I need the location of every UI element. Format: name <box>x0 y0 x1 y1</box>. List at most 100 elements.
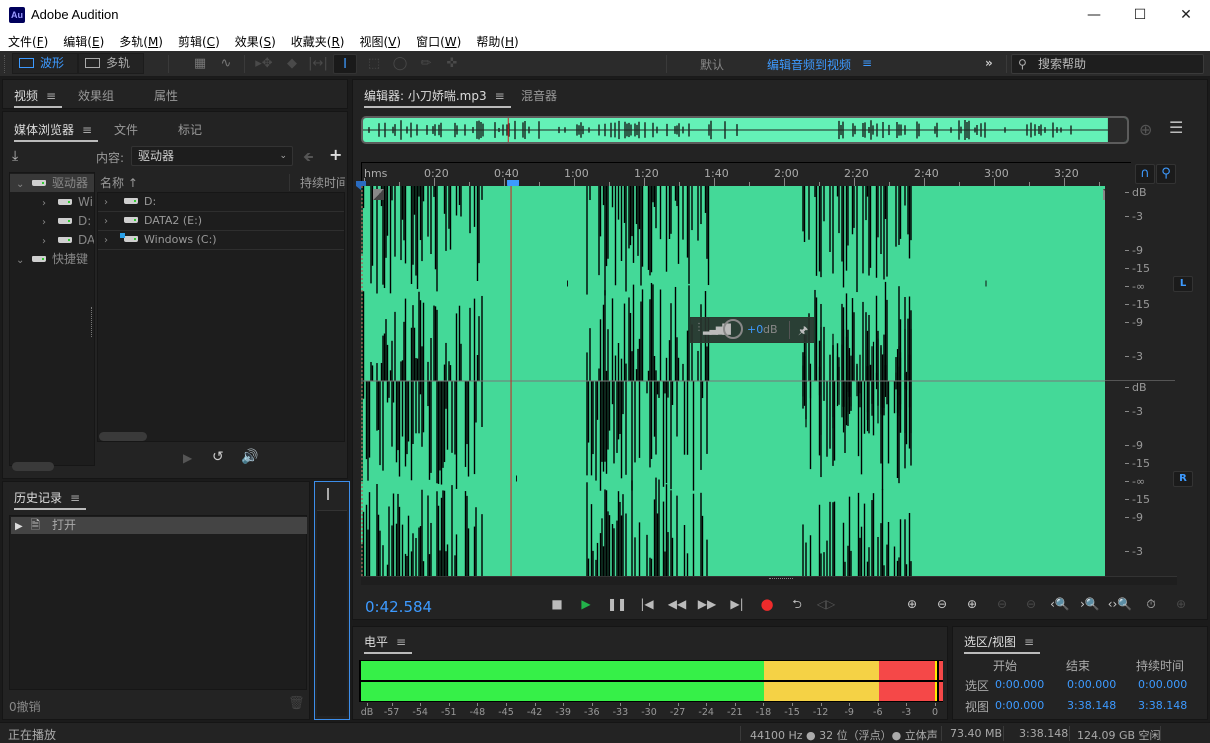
menu-w[interactable]: 窗口(W) <box>408 31 461 51</box>
play-button[interactable]: ▶ <box>575 594 597 614</box>
gain-hud[interactable]: ⋮ ▂▃▅▇ +0 dB 🖈 <box>690 317 814 343</box>
zoom-in-time-button[interactable]: ⊕ <box>959 594 985 614</box>
fast-forward-button[interactable]: ▶▶ <box>696 594 718 614</box>
content-dropdown[interactable]: 驱动器 ⌄ <box>131 146 293 166</box>
skip-selection-button[interactable]: ◁▷ <box>815 594 837 614</box>
lasso-tool-button[interactable]: ◯ <box>388 54 412 74</box>
waveform-mode-button[interactable]: 波形 <box>12 53 78 74</box>
zoom-reset-button[interactable]: ⏱ <box>1138 594 1164 614</box>
selection-duration[interactable]: 0:00.000 <box>1138 678 1187 691</box>
menu-c[interactable]: 剪辑(C) <box>170 31 220 51</box>
history-item[interactable]: ▶ 🗎 打开 <box>11 517 307 534</box>
more-workspaces-button[interactable]: » <box>985 56 993 70</box>
panel-menu-icon[interactable]: ≡ <box>82 123 92 137</box>
tab-levels[interactable]: 电平 ≡ <box>364 633 413 654</box>
panel-menu-icon[interactable]: ≡ <box>70 491 80 505</box>
zoom-to-in-point-button[interactable]: ‹🔍 <box>1047 594 1073 614</box>
tree-item[interactable]: ⌄ 驱动器 <box>10 174 94 192</box>
zoom-navigator-button[interactable]: ⊕ <box>1139 120 1152 139</box>
razor-tool-button[interactable]: ◆ <box>280 54 304 74</box>
slip-tool-button[interactable]: |↔| <box>306 54 330 74</box>
horizontal-scrollbar[interactable] <box>99 432 147 441</box>
chevron-down-icon[interactable]: ⌄ <box>16 176 26 192</box>
chevron-right-icon[interactable]: › <box>42 233 52 249</box>
view-duration[interactable]: 3:38.148 <box>1138 699 1187 712</box>
tab-media-browser[interactable]: 媒体浏览器 ≡ <box>14 121 99 142</box>
hud-pin-icon[interactable]: 🖈 <box>798 322 808 341</box>
chevron-right-icon[interactable]: › <box>104 194 114 212</box>
horizontal-scroll-region[interactable] <box>361 576 1177 585</box>
column-header-duration[interactable]: 持续时间 <box>289 174 345 191</box>
list-item[interactable]: › DATA2 (E:) <box>98 212 344 231</box>
spectral-pitch-display-button[interactable]: ∿ <box>214 54 238 74</box>
pause-button[interactable]: ❚❚ <box>606 594 628 614</box>
zoom-out-time-button[interactable]: ⊖ <box>989 594 1015 614</box>
chevron-right-icon[interactable]: › <box>42 195 52 211</box>
tree-item[interactable]: › Windows (C:) <box>10 193 94 211</box>
current-time-display[interactable]: 0:42.584 <box>365 598 432 616</box>
selection-end[interactable]: 0:00.000 <box>1067 678 1116 691</box>
minimize-button[interactable]: — <box>1071 0 1117 31</box>
view-start[interactable]: 0:00.000 <box>995 699 1044 712</box>
spot-healing-tool-button[interactable]: ✜ <box>440 54 464 74</box>
maximize-button[interactable]: ☐ <box>1117 0 1163 31</box>
tab-history[interactable]: 历史记录 ≡ <box>14 489 87 510</box>
rewind-button[interactable]: ◀◀ <box>666 594 688 614</box>
multitrack-mode-button[interactable]: 多轨 <box>78 53 144 74</box>
menu-f[interactable]: 文件(F) <box>0 31 48 51</box>
toolbar-grip[interactable] <box>4 55 7 73</box>
marquee-tool-button[interactable]: ⬚ <box>362 54 386 74</box>
menu-e[interactable]: 编辑(E) <box>55 31 104 51</box>
zoom-to-out-point-button[interactable]: ›🔍 <box>1077 594 1103 614</box>
help-search-input[interactable]: ⚲ 搜索帮助 <box>1011 54 1204 74</box>
menu-m[interactable]: 多轨(M) <box>111 31 163 51</box>
zoom-selection-button[interactable]: ‹›🔍 <box>1107 594 1133 614</box>
splitter-handle[interactable] <box>91 307 97 337</box>
menu-r[interactable]: 收藏夹(R) <box>283 31 345 51</box>
channel-l-button[interactable]: L <box>1173 276 1193 292</box>
panel-menu-icon[interactable]: ≡ <box>495 89 505 103</box>
tab-effects-rack[interactable]: 效果组 <box>78 87 114 104</box>
go-to-start-button[interactable]: |◀ <box>636 594 658 614</box>
zoom-out-amplitude-button[interactable]: ⊖ <box>929 594 955 614</box>
menu-s[interactable]: 效果(S) <box>227 31 276 51</box>
panel-menu-icon[interactable]: ≡ <box>1024 635 1034 649</box>
record-button[interactable]: ● <box>756 594 778 614</box>
loop-button[interactable]: ⮌ <box>786 594 808 614</box>
zoom-out-full-button[interactable]: ⊖ <box>1018 594 1044 614</box>
fade-in-handle[interactable] <box>373 189 384 200</box>
workspace-default[interactable]: 默认 <box>700 56 724 73</box>
tree-item[interactable]: ⌄ 快捷键 <box>10 250 94 268</box>
spectral-frequency-display-button[interactable]: ▦ <box>188 54 212 74</box>
panel-menu-icon[interactable]: ≡ <box>46 89 56 103</box>
snap-button[interactable]: ∩ <box>1135 164 1155 184</box>
collapsed-panel[interactable] <box>314 481 350 720</box>
amplitude-ruler[interactable]: dB -3 -9 -15 -∞ -15 -9 -3 LdB -3 -9 -15 -∞ -15 -9 -3 R <box>1105 186 1193 576</box>
overview-navigator[interactable] <box>361 116 1129 144</box>
tree-item[interactable]: › D: <box>10 212 94 230</box>
go-to-end-button[interactable]: ▶| <box>726 594 748 614</box>
workspace-edit-audio-to-video[interactable]: 编辑音频到视频 <box>767 56 851 73</box>
brush-tool-button[interactable]: ✏ <box>414 54 438 74</box>
close-button[interactable]: ✕ <box>1163 0 1209 31</box>
view-options-button[interactable]: ☰ <box>1169 118 1183 137</box>
pin-button[interactable]: ⚲ <box>1156 164 1176 184</box>
add-shortcut-button[interactable]: + <box>329 145 342 164</box>
import-button[interactable]: ⤓ <box>12 148 18 164</box>
time-ruler[interactable]: hms 0:20 0:40 1:00 1:20 1:40 2:00 2:20 2:40 3:00 3… <box>356 162 1131 190</box>
collapsed-panel-tab[interactable] <box>327 488 329 500</box>
waveform-display[interactable]: ⋮ ▂▃▅▇ +0 dB 🖈 <box>361 186 1105 576</box>
chevron-right-icon[interactable]: › <box>104 232 114 250</box>
move-tool-button[interactable]: ▸✥ <box>252 54 276 74</box>
zoom-in-all-tracks-button[interactable]: ⊕ <box>1168 594 1194 614</box>
list-item[interactable]: › D: <box>98 193 344 212</box>
panel-menu-icon[interactable]: ≡ <box>396 635 406 649</box>
preview-play-button[interactable]: ▶ <box>183 451 192 465</box>
menu-v[interactable]: 视图(V) <box>351 31 401 51</box>
stop-button[interactable]: ■ <box>546 594 568 614</box>
chevron-down-icon[interactable]: ⌄ <box>16 252 26 268</box>
selection-start[interactable]: 0:00.000 <box>995 678 1044 691</box>
tab-video[interactable]: 视频 ≡ <box>14 87 63 108</box>
zoom-in-amplitude-button[interactable]: ⊕ <box>899 594 925 614</box>
column-header-name[interactable]: 名称 ↑ <box>100 174 138 191</box>
